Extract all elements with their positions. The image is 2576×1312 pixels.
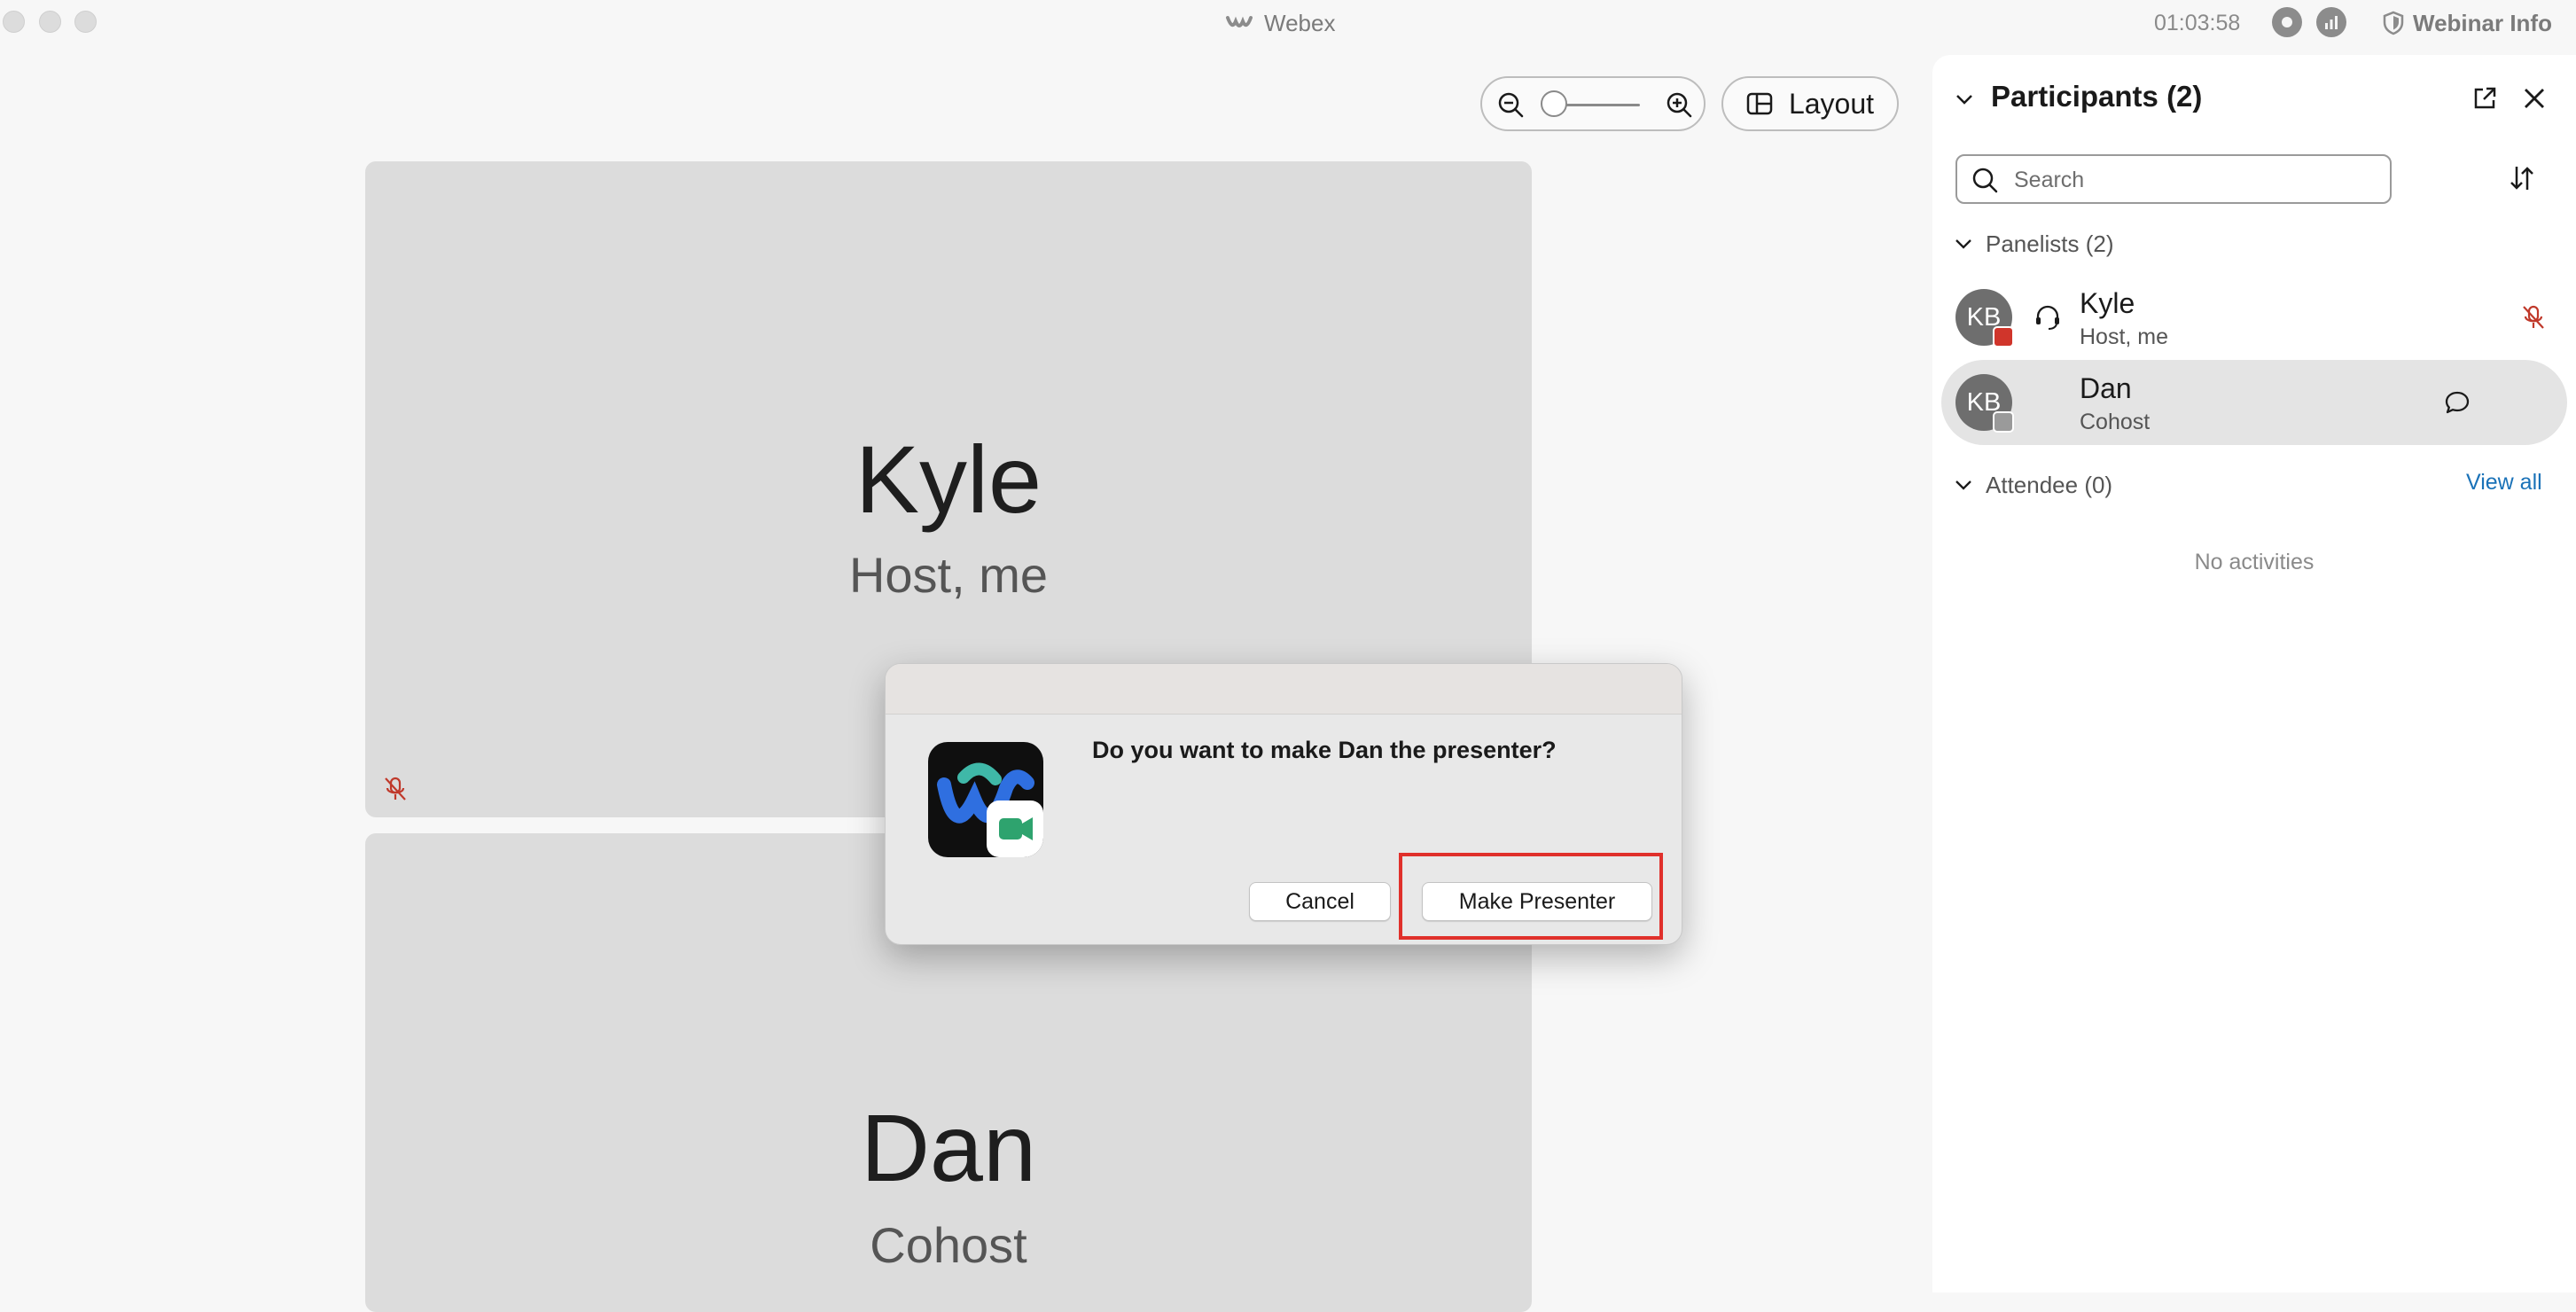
tile-role: Cohost [870, 1217, 1027, 1273]
muted-mic-icon [385, 777, 406, 800]
sort-icon[interactable] [2507, 163, 2537, 193]
zoom-in-icon[interactable] [1665, 90, 1693, 119]
close-icon[interactable] [2523, 87, 2546, 110]
webex-app-icon-art [937, 762, 1043, 857]
tile-name: Dan [860, 1094, 1037, 1201]
tile-role: Host, me [848, 547, 1049, 603]
search-field[interactable] [1955, 154, 2392, 204]
participant-role: Cohost [2080, 410, 2151, 434]
zoom-out-icon[interactable] [1496, 90, 1525, 119]
popout-icon[interactable] [2471, 85, 2498, 112]
window-minimize-button[interactable] [39, 11, 61, 33]
stats-bars-icon [2325, 16, 2338, 29]
app-title-text: Webex [1264, 9, 1336, 36]
search-input[interactable] [2012, 156, 2379, 204]
cancel-button[interactable]: Cancel [1249, 882, 1391, 921]
window-zoom-button[interactable] [74, 11, 97, 33]
attendee-section-label[interactable]: Attendee (0) [1986, 472, 2112, 499]
participant-role: Host, me [2080, 324, 2169, 349]
participant-name: Dan [2080, 372, 2132, 404]
search-icon [1972, 168, 1998, 193]
participant-name: Kyle [2080, 287, 2135, 319]
presenter-badge-icon [1993, 326, 2014, 348]
no-activities-text: No activities [2194, 550, 2314, 574]
muted-mic-icon[interactable] [2519, 303, 2548, 332]
layout-label: Layout [1788, 87, 1875, 120]
panelists-chevron-icon[interactable] [1954, 234, 1973, 254]
chevron-down-icon[interactable] [1954, 89, 1975, 110]
webinar-info-button[interactable]: Webinar Info [2383, 7, 2552, 39]
record-icon[interactable] [2272, 7, 2302, 37]
share-badge-icon [1993, 411, 2014, 433]
app-title: Webex [1225, 7, 1335, 39]
highlight-annotation [1399, 853, 1663, 940]
panelists-section-label[interactable]: Panelists (2) [1986, 230, 2114, 258]
headset-icon [2036, 305, 2059, 330]
panel-title: Participants (2) [1991, 80, 2203, 113]
view-all-link[interactable]: View all [2466, 470, 2542, 496]
webex-logo-icon [1226, 16, 1253, 27]
webinar-info-label: Webinar Info [2413, 9, 2552, 36]
tile-name: Kyle [855, 426, 1042, 533]
participant-row-dan[interactable]: KB Dan Cohost [1941, 360, 2567, 445]
chat-icon[interactable] [2443, 388, 2471, 417]
stats-icon[interactable] [2316, 7, 2346, 37]
dialog-message: Do you want to make Dan the presenter? [1092, 737, 1557, 763]
zoom-control [1480, 76, 1706, 131]
zoom-slider-knob[interactable] [1541, 90, 1567, 117]
shield-icon [2383, 11, 2404, 35]
webex-app-icon [928, 742, 1043, 857]
layout-button[interactable]: Layout [1721, 76, 1899, 131]
layout-grid-icon [1746, 92, 1773, 115]
window-close-button[interactable] [3, 11, 25, 33]
title-bar: Webex 01:03:58 Webinar Info [0, 0, 2576, 46]
participants-panel: Participants (2) Panelists (2) KB [1932, 55, 2576, 1292]
dialog-titlebar [886, 664, 1682, 715]
attendee-chevron-icon[interactable] [1954, 475, 1973, 495]
meeting-timer: 01:03:58 [2154, 11, 2241, 35]
participant-row-kyle[interactable]: KB Kyle Host, me [1941, 275, 2567, 360]
